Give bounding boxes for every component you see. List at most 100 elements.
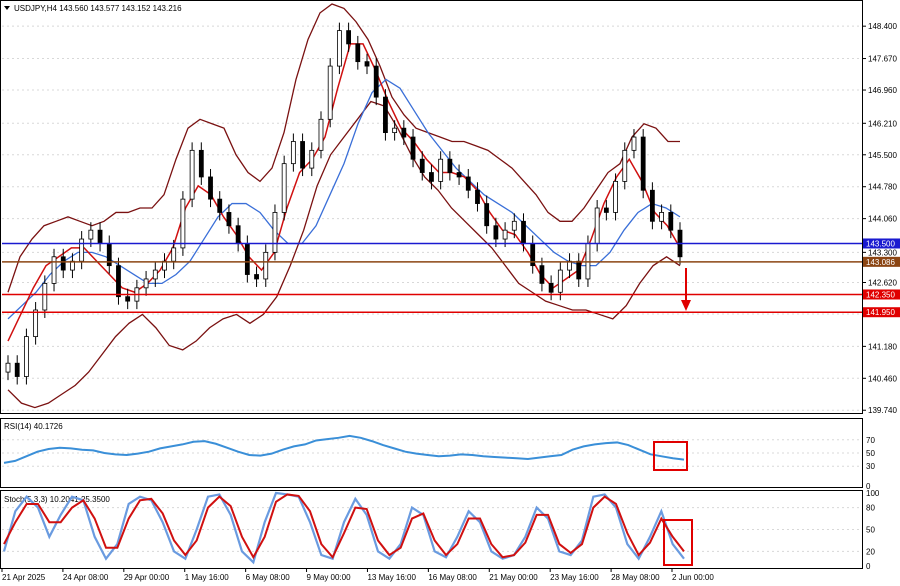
time-tick-label: 16 May 08:00	[428, 573, 477, 582]
candle-body	[456, 172, 462, 178]
candle-body	[502, 229, 508, 240]
time-tick-label: 2 Jun 00:00	[672, 573, 714, 582]
candle-body	[309, 149, 315, 169]
candle-body	[438, 158, 444, 182]
candle-body	[14, 362, 20, 377]
candle-body	[548, 282, 554, 293]
price-tick-label: 144.060	[868, 215, 897, 224]
time-tick-label: 1 May 16:00	[185, 573, 230, 582]
candle-body	[208, 176, 213, 200]
candle-body	[346, 30, 352, 45]
candle-body	[281, 163, 287, 213]
level-price-label: 141.950	[866, 308, 895, 317]
chart-header: USDJPY,H4 143.560 143.577 143.152 143.21…	[4, 4, 182, 13]
stoch-axis: 100 80 50 20 0	[866, 489, 880, 571]
stoch-tick-label: 80	[866, 504, 875, 513]
candle-body	[410, 136, 416, 160]
candle-body	[97, 229, 103, 244]
candle-body	[300, 141, 305, 169]
candle-body	[226, 212, 232, 227]
candle-body	[290, 141, 296, 165]
candle-body	[603, 207, 609, 213]
candle-body	[5, 362, 11, 373]
time-tick-label: 21 Apr 2025	[2, 573, 46, 582]
time-tick-label: 29 Apr 00:00	[124, 573, 170, 582]
price-tick-label: 146.210	[868, 119, 897, 128]
candle-body	[355, 43, 361, 63]
stoch-tick-label: 100	[866, 489, 880, 498]
rsi-tick-label: 50	[866, 449, 875, 458]
candle-body	[419, 158, 425, 173]
time-tick-label: 21 May 00:00	[489, 573, 538, 582]
candle-body	[189, 149, 195, 200]
candle-body	[336, 30, 342, 67]
candle-body	[364, 61, 370, 67]
candle-body	[51, 256, 57, 284]
candle-body	[622, 149, 628, 182]
candle-body	[465, 176, 471, 191]
price-tick-label: 141.180	[868, 342, 897, 351]
rsi-tick-label: 70	[866, 436, 875, 445]
rsi-axis: 7050300	[866, 436, 875, 491]
candle-body	[180, 198, 186, 249]
price-axis: 148.400 147.670 146.960 146.210 145.500 144.7…	[862, 22, 897, 415]
candle-body	[484, 203, 490, 227]
candle-body	[640, 136, 646, 191]
candle-body	[576, 260, 582, 280]
candle-body	[511, 220, 517, 231]
stoch-title: Stoch(5,3,3) 10.2041 25.3500	[4, 495, 110, 504]
stoch-tick-label: 50	[866, 526, 875, 535]
candle-body	[613, 180, 618, 213]
candle-body	[401, 127, 407, 138]
candle-body	[429, 172, 434, 182]
candle-body	[475, 189, 480, 204]
price-tick-label: 147.670	[868, 55, 897, 64]
price-pane[interactable]	[0, 0, 863, 414]
candle-body	[125, 296, 131, 302]
candle-body	[521, 220, 526, 244]
candle-body	[235, 225, 241, 244]
candle-body	[171, 247, 177, 262]
candle-body	[659, 212, 664, 222]
time-tick-label: 28 May 08:00	[611, 573, 660, 582]
time-axis: 21 Apr 2025 24 Apr 08:00 29 Apr 00:00 1 May…	[1, 568, 714, 582]
time-tick-label: 24 Apr 08:00	[63, 573, 109, 582]
candle-body	[60, 256, 66, 271]
time-tick-label: 6 May 08:00	[246, 573, 291, 582]
time-tick-label: 23 May 16:00	[550, 573, 599, 582]
candle-body	[649, 189, 655, 222]
candle-body	[24, 336, 29, 377]
candle-body	[594, 207, 600, 244]
candle-body	[42, 282, 48, 311]
time-tick-label: 13 May 16:00	[367, 573, 416, 582]
candle-body	[447, 158, 453, 173]
candle-body	[79, 238, 85, 262]
candle-body	[318, 118, 324, 151]
symbol-info: USDJPY,H4 143.560 143.577 143.152 143.21…	[14, 4, 182, 13]
price-tick-label: 139.740	[868, 406, 897, 415]
candle-body	[244, 243, 250, 275]
candle-body	[254, 274, 259, 280]
rsi-title: RSI(14) 40.1726	[4, 422, 63, 431]
chart-canvas[interactable]: 148.400 147.670 146.960 146.210 145.500 144.7…	[0, 0, 900, 586]
price-tick-label: 140.460	[868, 374, 897, 383]
level-price-label: 143.500	[866, 239, 895, 248]
price-tick-label: 143.300	[868, 248, 897, 257]
price-tick-label: 146.960	[868, 86, 897, 95]
candle-body	[152, 269, 158, 280]
candle-body	[33, 309, 39, 338]
stoch-tick-label: 20	[866, 547, 875, 556]
candle-body	[327, 65, 333, 120]
candle-body	[143, 278, 149, 289]
candle-body	[668, 212, 674, 231]
candle-body	[557, 269, 563, 293]
price-tick-label: 148.400	[868, 22, 897, 31]
time-tick-label: 9 May 00:00	[307, 573, 352, 582]
candle-body	[493, 225, 499, 240]
candle-body	[272, 212, 278, 253]
rsi-tick-label: 30	[866, 462, 875, 471]
candle-body	[217, 198, 223, 213]
stoch-tick-label: 0	[866, 562, 871, 571]
trading-chart-window: 148.400 147.670 146.960 146.210 145.500 144.7…	[0, 0, 900, 586]
candle-body	[373, 65, 379, 98]
